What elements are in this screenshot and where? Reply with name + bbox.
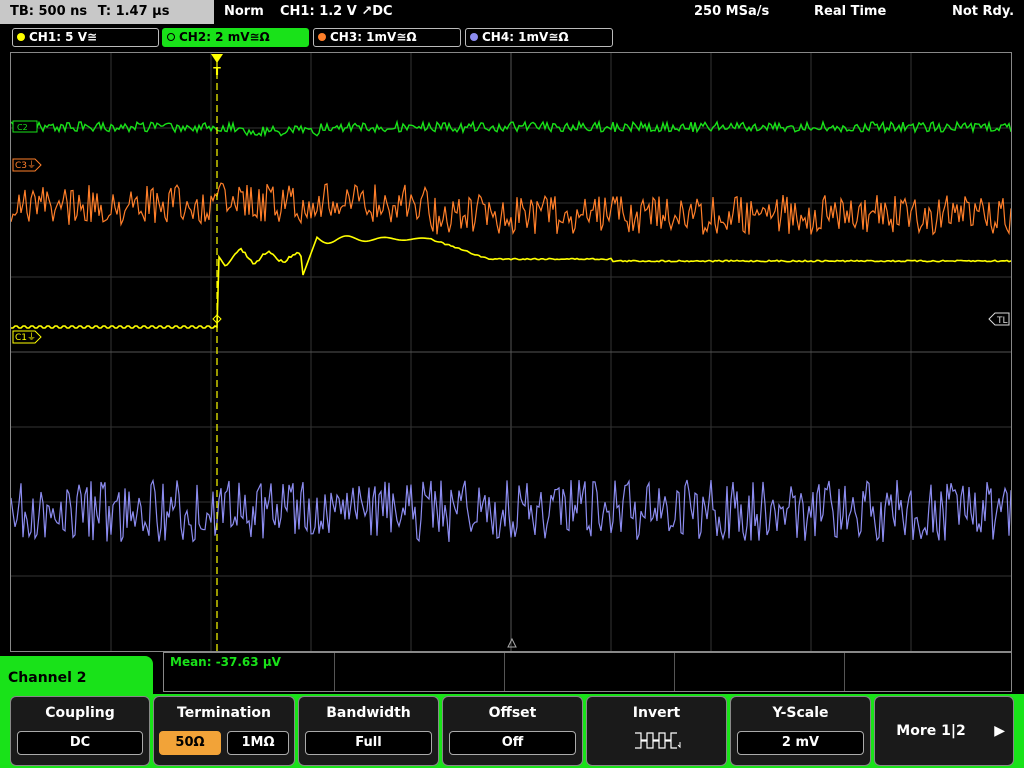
c3-ground-marker[interactable]: C3⏚ xyxy=(12,158,42,172)
measurement-divider xyxy=(844,653,845,691)
termination-50ohm-option[interactable]: 50Ω xyxy=(159,731,221,755)
y-scale-value: 2 mV xyxy=(737,731,864,755)
trigger-marker-label: T xyxy=(213,65,221,78)
acquisition-mode: Real Time xyxy=(814,4,887,19)
more-label: More 1|2 xyxy=(896,723,966,739)
termination-1mohm-option[interactable]: 1MΩ xyxy=(227,731,289,755)
measurement-divider xyxy=(334,653,335,691)
c1-ground-marker[interactable]: C1⏚ xyxy=(12,330,42,344)
bandwidth-softkey[interactable]: Bandwidth Full xyxy=(298,696,439,766)
ch4-label: CH4: 1mV≅Ω xyxy=(482,30,569,44)
coupling-value: DC xyxy=(17,731,143,755)
y-scale-label: Y-Scale xyxy=(772,705,829,721)
bandwidth-label: Bandwidth xyxy=(326,705,411,721)
ch3-dot-icon xyxy=(318,33,326,41)
measurement-divider xyxy=(504,653,505,691)
invert-label: Invert xyxy=(632,705,681,721)
ch1-dot-icon xyxy=(17,33,25,41)
center-marker-icon xyxy=(507,637,517,648)
ch2-dot-icon xyxy=(167,33,175,41)
coupling-softkey[interactable]: Coupling DC xyxy=(10,696,150,766)
trigger-time-value: T: 1.47 µs xyxy=(97,4,170,19)
termination-label: Termination xyxy=(177,705,271,721)
waveform-display[interactable]: T C2 C3⏚ C1⏚ TL xyxy=(10,52,1012,652)
ch2-label: CH2: 2 mV≅Ω xyxy=(179,30,270,44)
c3-marker-label: C3⏚ xyxy=(15,160,36,171)
offset-softkey[interactable]: Offset Off xyxy=(442,696,583,766)
c2-marker-label: C2 xyxy=(17,123,28,132)
termination-softkey[interactable]: Termination 50Ω 1MΩ xyxy=(153,696,295,766)
trigger-level-label: TL xyxy=(996,316,1008,326)
ch3-label: CH3: 1mV≅Ω xyxy=(330,30,417,44)
c2-ground-marker[interactable]: C2 xyxy=(12,120,38,133)
offset-value: Off xyxy=(449,731,576,755)
invert-softkey[interactable]: Invert xyxy=(586,696,727,766)
ready-state: Not Rdy. xyxy=(952,4,1015,19)
channel-tab-ch2[interactable]: CH2: 2 mV≅Ω xyxy=(162,28,309,47)
offset-label: Offset xyxy=(488,705,537,721)
y-scale-softkey[interactable]: Y-Scale 2 mV xyxy=(730,696,871,766)
invert-waveform-icon xyxy=(635,732,681,749)
bandwidth-value: Full xyxy=(305,731,432,755)
sample-rate: 250 MSa/s xyxy=(694,4,770,19)
channel-tab-ch4[interactable]: CH4: 1mV≅Ω xyxy=(465,28,613,47)
graticule-grid xyxy=(11,53,1011,651)
trigger-mode[interactable]: Norm xyxy=(224,0,264,24)
mean-measurement: Mean: -37.63 µV xyxy=(170,655,281,669)
channel-tab-ch1[interactable]: CH1: 5 V≅ xyxy=(12,28,159,47)
timebase-box[interactable]: TB: 500 ns T: 1.47 µs xyxy=(0,0,214,24)
status-bar: TB: 500 ns T: 1.47 µs Norm CH1: 1.2 V ↗D… xyxy=(0,0,1024,24)
timebase-value: TB: 500 ns xyxy=(10,4,88,19)
measurement-divider xyxy=(674,653,675,691)
coupling-label: Coupling xyxy=(45,705,115,721)
trigger-source[interactable]: CH1: 1.2 V ↗DC xyxy=(280,0,393,24)
trigger-level-marker[interactable]: TL xyxy=(988,312,1010,326)
more-softkey[interactable]: More 1|2 ▶ xyxy=(874,696,1014,766)
channel-tab-ch3[interactable]: CH3: 1mV≅Ω xyxy=(313,28,461,47)
arrow-right-icon: ▶ xyxy=(994,723,1005,739)
c1-marker-label: C1⏚ xyxy=(15,332,36,343)
ch4-dot-icon xyxy=(470,33,478,41)
measurement-bar[interactable]: Mean: -37.63 µV xyxy=(163,652,1012,692)
trigger-position-marker-icon[interactable] xyxy=(211,54,223,63)
ch1-label: CH1: 5 V≅ xyxy=(29,30,98,44)
